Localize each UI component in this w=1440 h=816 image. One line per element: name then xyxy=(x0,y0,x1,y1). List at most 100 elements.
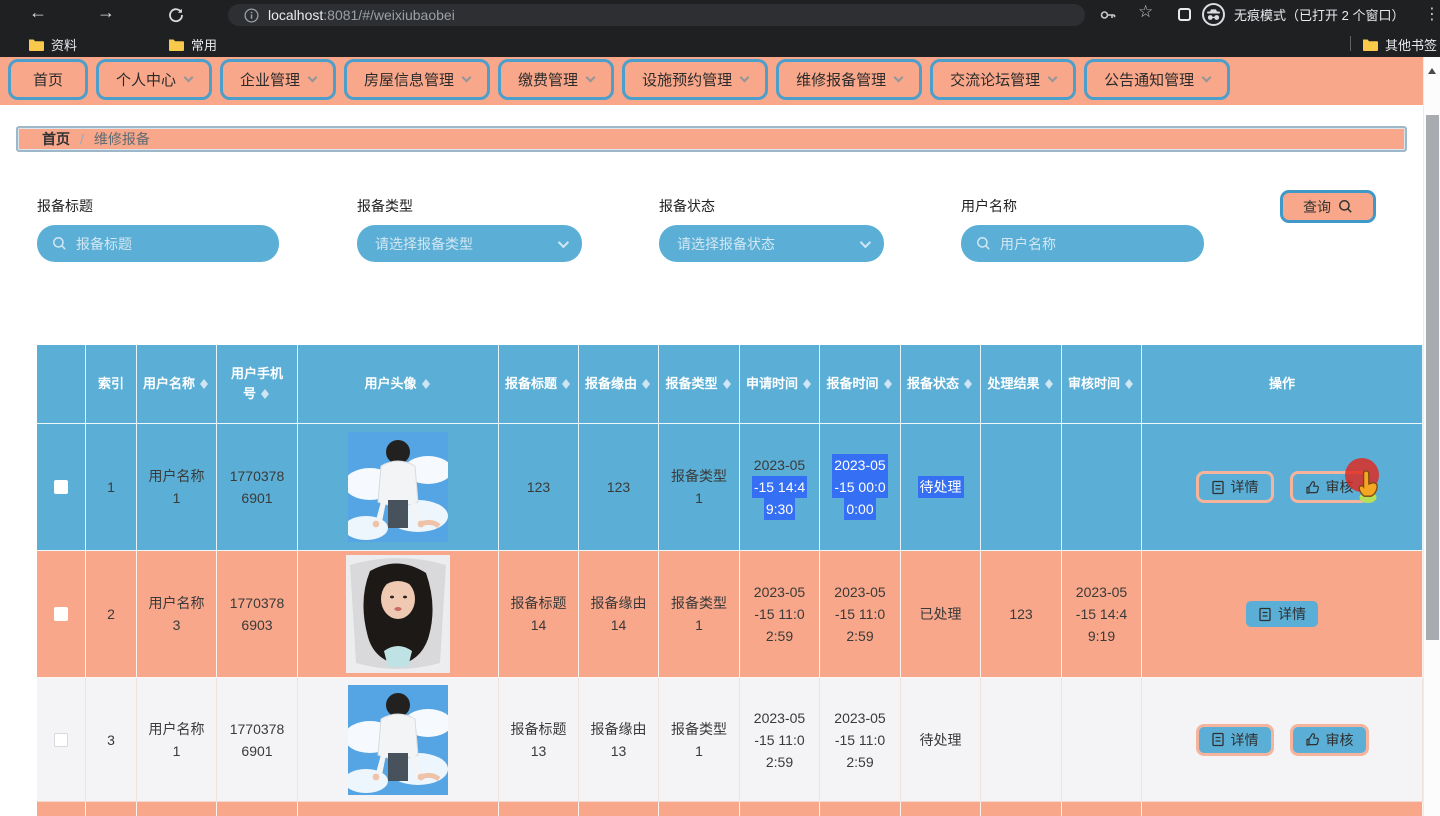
breadcrumb-home[interactable]: 首页 xyxy=(42,129,70,149)
search-button-label: 查询 xyxy=(1303,198,1331,215)
other-bookmarks[interactable]: 其他书签 xyxy=(1362,35,1437,54)
cell-apply_time: 2023-05 -15 14:4 9:30 xyxy=(740,424,820,551)
sort-icon[interactable] xyxy=(722,375,733,390)
site-info-icon[interactable] xyxy=(244,7,259,23)
filter-label: 报备状态 xyxy=(659,198,715,214)
page-scrollbar[interactable] xyxy=(1423,57,1440,816)
table-row-1: 1 用户名称 1 1770378 6901 123 123 报备类型 1 2023-05 -1… xyxy=(37,424,1423,551)
thumb-icon xyxy=(1305,733,1319,746)
cell-text: 2023-05 xyxy=(753,457,806,473)
bookmark-label: 资料 xyxy=(51,38,78,53)
sort-icon[interactable] xyxy=(260,385,271,400)
nav-item-2[interactable]: 企业管理 xyxy=(220,59,337,100)
row-checkbox[interactable] xyxy=(54,480,68,494)
reload-icon[interactable] xyxy=(167,6,185,24)
sort-icon[interactable] xyxy=(802,375,813,390)
nav-item-1[interactable]: 个人中心 xyxy=(96,59,213,100)
column-label: 操作 xyxy=(1268,376,1295,391)
scrollbar-thumb[interactable] xyxy=(1426,115,1439,640)
detail-button-label: 详情 xyxy=(1230,731,1259,748)
table-row-2: 2 用户名称 3 1770378 6903 报备标题 14 报备缘由 14 报备类型 12… xyxy=(37,551,1423,678)
bookmark-folder[interactable]: 资料 xyxy=(28,35,77,54)
nav-item-7[interactable]: 交流论坛管理 xyxy=(930,59,1077,100)
scroll-up-icon[interactable] xyxy=(1428,68,1436,74)
forward-icon[interactable]: → xyxy=(93,2,119,23)
cell-review_time: 2023-05 -15 14:4 9:19 xyxy=(1062,551,1142,678)
nav-item-3[interactable]: 房屋信息管理 xyxy=(344,59,491,100)
row-checkbox[interactable] xyxy=(54,607,68,621)
filter-input-0[interactable]: 报备标题 xyxy=(37,225,279,262)
side-panel-icon[interactable] xyxy=(1178,8,1191,21)
sort-icon[interactable] xyxy=(1044,375,1055,390)
folder-icon xyxy=(29,39,44,51)
nav-item-8[interactable]: 公告通知管理 xyxy=(1084,59,1231,100)
column-header-avatar[interactable]: 用户头像 xyxy=(298,345,499,424)
detail-button-label: 详情 xyxy=(1278,606,1306,622)
search-icon xyxy=(53,237,66,250)
main-nav: 首页 个人中心 企业管理 房屋信息管理 缴费管理 设施预约管理 维修报备管理 交流论坛管理 公告… xyxy=(0,57,1423,105)
detail-button[interactable]: 详情 xyxy=(1195,723,1274,756)
cell-name: 用户名称 1 xyxy=(137,678,217,802)
action-buttons: 详情 审核 xyxy=(1195,723,1369,756)
back-icon[interactable]: ← xyxy=(25,2,51,23)
password-key-icon[interactable] xyxy=(1098,5,1118,25)
column-header-result[interactable]: 处理结果 xyxy=(981,345,1062,424)
audit-button[interactable]: 审核 xyxy=(1289,471,1369,503)
cell-index: 1 xyxy=(86,424,137,551)
user-avatar[interactable] xyxy=(346,555,450,673)
audit-button[interactable]: 审核 xyxy=(1289,723,1369,756)
avatar-girl-image[interactable] xyxy=(346,555,450,673)
incognito-icon xyxy=(1202,3,1225,26)
search-button[interactable]: 查询 xyxy=(1280,190,1376,223)
column-header-reason[interactable]: 报备缘由 xyxy=(579,345,659,424)
detail-button[interactable]: 详情 xyxy=(1243,598,1321,630)
nav-item-4[interactable]: 缴费管理 xyxy=(498,59,615,100)
column-header-checkbox[interactable] xyxy=(37,345,86,424)
browser-menu-icon[interactable]: ⋮ xyxy=(1424,4,1440,24)
column-header-content: 用户名称 xyxy=(143,374,210,394)
column-header-status[interactable]: 报备状态 xyxy=(901,345,981,424)
cell-status: 待处理 xyxy=(901,678,981,802)
column-header-review_time[interactable]: 审核时间 xyxy=(1062,345,1142,424)
column-header-type[interactable]: 报备类型 xyxy=(659,345,740,424)
sort-icon[interactable] xyxy=(199,375,210,390)
cell-report_time: 2023-05 -15 11:0 2:59 xyxy=(820,678,901,802)
column-header-title[interactable]: 报备标题 xyxy=(499,345,579,424)
cell-checkbox xyxy=(37,678,86,802)
cell-reason: 报备缘由 14 xyxy=(579,551,659,678)
address-bar[interactable]: localhost:8081/#/weixiubaobei xyxy=(228,4,1085,26)
sort-icon[interactable] xyxy=(641,375,652,390)
cell-apply_time: 2023-05 -15 11:0 2:59 xyxy=(740,678,820,802)
filter-input-3[interactable]: 用户名称 xyxy=(961,225,1204,262)
nav-item-5[interactable]: 设施预约管理 xyxy=(622,59,769,100)
column-header-report_time[interactable]: 报备时间 xyxy=(820,345,901,424)
sort-icon[interactable] xyxy=(421,375,432,390)
avatar-boy-image[interactable] xyxy=(348,684,448,795)
bookmark-folder[interactable]: 常用 xyxy=(168,35,217,54)
sort-icon[interactable] xyxy=(963,375,974,390)
column-header-phone[interactable]: 用户手机 号 xyxy=(217,345,298,424)
column-label: 用户头像 xyxy=(364,376,417,391)
filter-select-2[interactable]: 请选择报备状态 xyxy=(659,225,884,262)
column-label: 用户手机 号 xyxy=(230,366,283,401)
row-checkbox[interactable] xyxy=(54,732,68,747)
nav-item-0[interactable]: 首页 xyxy=(8,59,88,100)
table-row-3: 3 用户名称 1 1770378 6901 报备标题 13 报备缘由 13 报备类型 12… xyxy=(37,678,1423,802)
avatar-boy-image[interactable] xyxy=(348,432,448,542)
column-header-name[interactable]: 用户名称 xyxy=(137,345,217,424)
user-avatar[interactable] xyxy=(348,432,448,542)
bookmark-star-icon[interactable]: ☆ xyxy=(1138,2,1153,22)
cell-index: 2 xyxy=(86,551,137,678)
column-header-apply_time[interactable]: 申请时间 xyxy=(740,345,820,424)
sort-icon[interactable] xyxy=(883,375,894,390)
user-avatar[interactable] xyxy=(348,684,448,795)
column-header-content: 操作 xyxy=(1269,374,1295,394)
filter-select-1[interactable]: 请选择报备类型 xyxy=(357,225,582,262)
audit-button-label: 审核 xyxy=(1325,479,1354,495)
sort-icon[interactable] xyxy=(561,375,572,390)
nav-item-6[interactable]: 维修报备管理 xyxy=(776,59,923,100)
cell-checkbox xyxy=(37,551,86,678)
sort-icon[interactable] xyxy=(1124,375,1135,390)
detail-button[interactable]: 详情 xyxy=(1195,471,1274,503)
cell-apply_time xyxy=(740,802,820,816)
